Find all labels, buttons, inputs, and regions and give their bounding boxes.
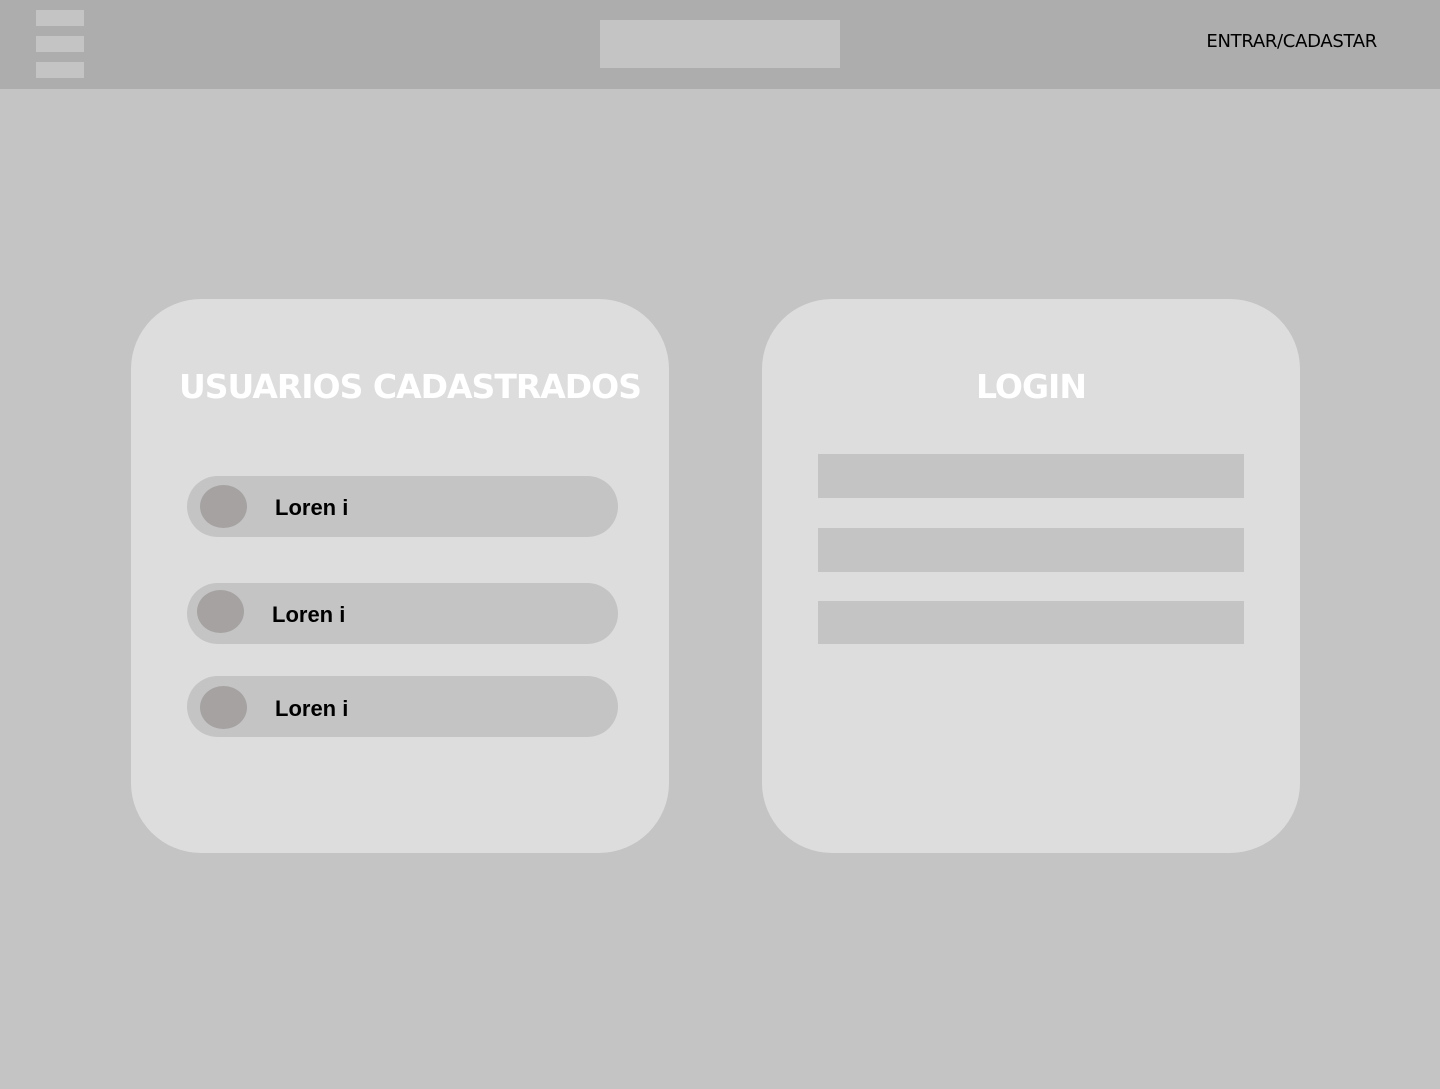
login-title: LOGIN [976,367,1087,406]
user-name: Loren i [275,495,349,520]
login-field-2[interactable] [818,528,1244,572]
user-list-item[interactable]: Loren i [187,476,618,537]
user-name: Loren i [272,602,346,627]
login-register-link[interactable]: ENTRAR/CADASTAR [1206,31,1377,52]
user-list-item[interactable]: Loren i [187,676,618,737]
login-field-3[interactable] [818,601,1244,644]
menu-bar [36,62,84,78]
login-field-1[interactable] [818,454,1244,498]
user-name: Loren i [275,696,349,721]
login-panel: LOGIN [762,299,1300,853]
top-bar: ENTRAR/CADASTAR [0,0,1440,89]
menu-bar [36,10,84,26]
user-avatar-icon [200,686,247,729]
hamburger-menu-icon[interactable] [36,10,84,78]
registered-users-title: USUARIOS CADASTRADOS [178,367,642,406]
user-avatar-icon [197,590,244,633]
user-list-item[interactable]: Loren i [187,583,618,644]
registered-users-panel: USUARIOS CADASTRADOS Loren i Loren i Lor… [131,299,669,853]
logo-placeholder[interactable] [600,20,840,68]
user-avatar-icon [200,485,247,528]
menu-bar [36,36,84,52]
